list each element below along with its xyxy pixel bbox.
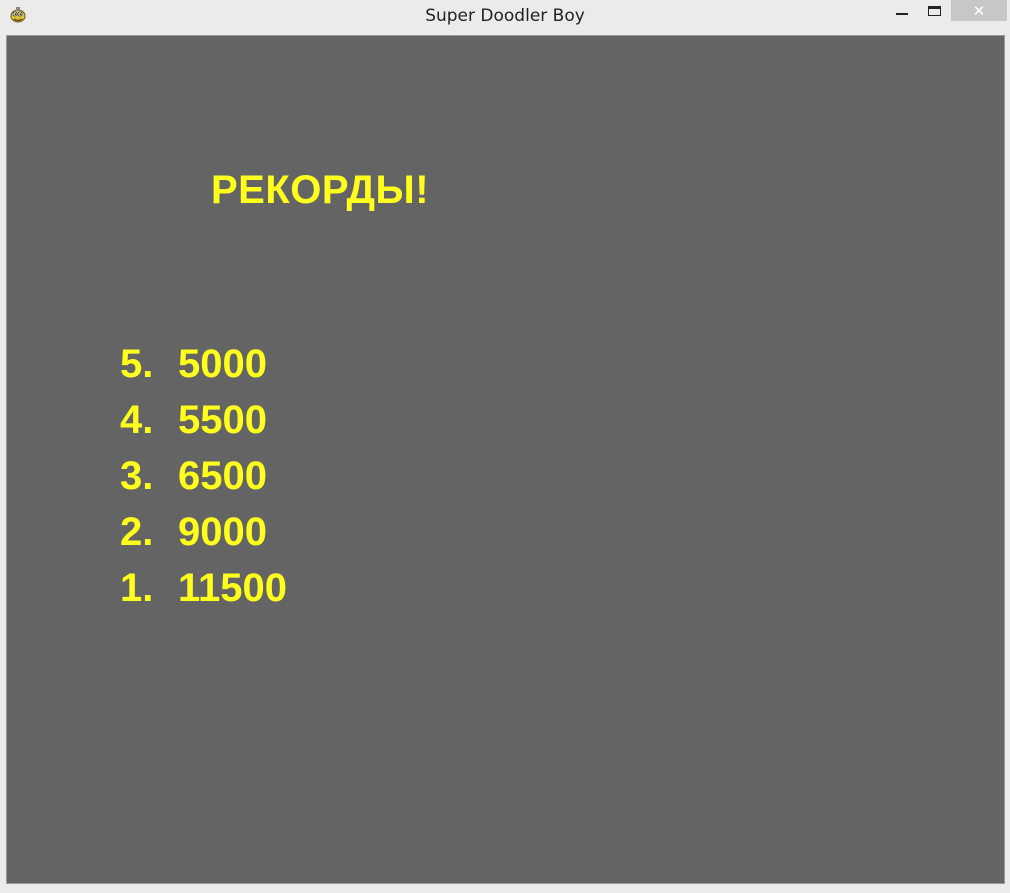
maximize-icon — [927, 5, 941, 16]
score-value: 11500 — [178, 565, 288, 610]
score-row: 3. 6500 — [120, 448, 287, 504]
highscores-heading: РЕКОРДЫ! — [211, 168, 430, 212]
title-bar[interactable]: Super Doodler Boy ✕ — [0, 0, 1010, 34]
minimize-icon — [896, 12, 908, 15]
score-row: 5. 5000 — [120, 336, 287, 392]
score-rank: 1. — [120, 565, 154, 610]
score-value: 6500 — [178, 453, 267, 498]
window-title: Super Doodler Boy — [425, 6, 585, 26]
score-value: 9000 — [178, 509, 267, 554]
minimize-button[interactable] — [890, 0, 914, 21]
score-value: 5500 — [178, 397, 267, 442]
score-value: 5000 — [178, 341, 267, 386]
score-rank: 2. — [120, 509, 154, 554]
maximize-button[interactable] — [921, 0, 947, 21]
score-rank: 3. — [120, 453, 154, 498]
score-row: 1. 11500 — [120, 560, 287, 616]
app-window: Super Doodler Boy ✕ РЕКОРДЫ! 5. 5000 4. … — [0, 0, 1010, 893]
score-rank: 5. — [120, 341, 154, 386]
score-row: 2. 9000 — [120, 504, 287, 560]
close-icon: ✕ — [972, 1, 986, 20]
highscore-list: 5. 5000 4. 5500 3. 6500 2. 9000 1. 11500 — [120, 336, 287, 616]
close-button[interactable]: ✕ — [951, 0, 1007, 21]
score-rank: 4. — [120, 397, 154, 442]
game-canvas[interactable]: РЕКОРДЫ! 5. 5000 4. 5500 3. 6500 2. 9000… — [6, 35, 1005, 884]
score-row: 4. 5500 — [120, 392, 287, 448]
